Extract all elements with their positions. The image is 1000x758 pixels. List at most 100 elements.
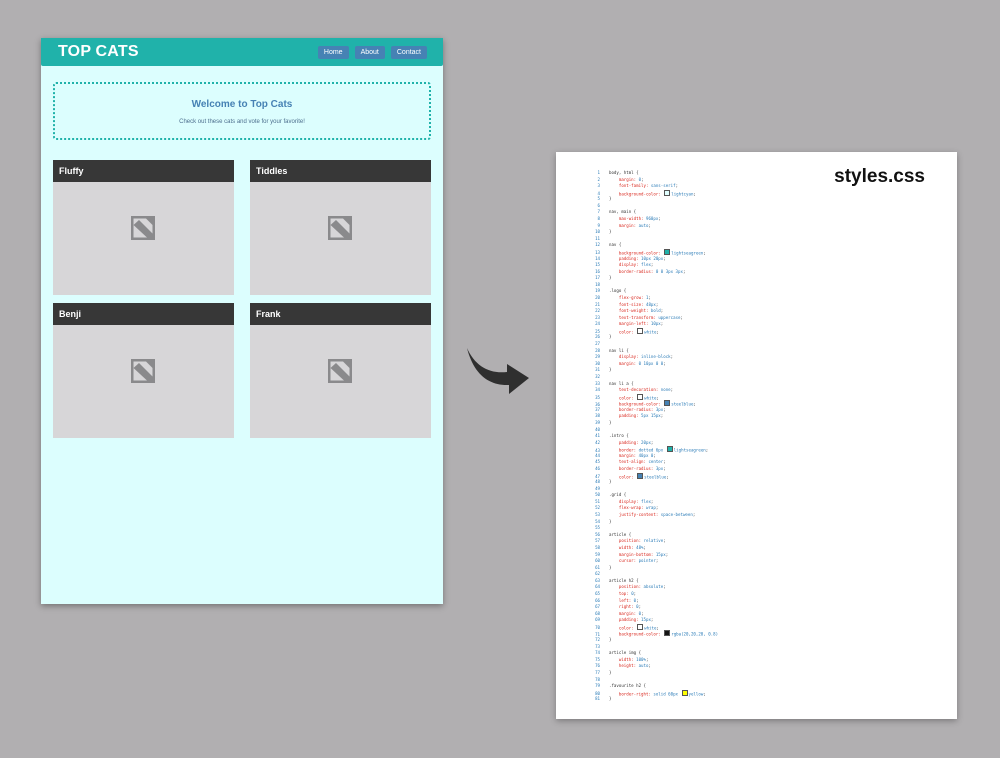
code-line: 52 flex-wrap: wrap; [590,505,718,512]
line-number: 73 [595,643,600,649]
line-number: 55 [595,525,600,531]
line-number: 41 [595,433,600,439]
line-number: 68 [595,610,600,616]
line-number: 54 [595,518,600,524]
line-number: 58 [595,544,600,550]
code-line: 76 height: auto; [590,663,718,670]
line-number: 9 [597,222,600,228]
code-line: 31} [590,367,718,374]
cat-card-tiddles[interactable]: Tiddles [250,160,431,295]
line-number: 30 [595,360,600,366]
code-line: 77} [590,670,718,677]
cat-card-frank[interactable]: Frank [250,303,431,438]
line-number: 40 [595,426,600,432]
intro-box: Welcome to Top Cats Check out these cats… [53,82,431,140]
line-number: 69 [595,617,600,623]
line-number: 14 [595,255,600,261]
nav-menu: Home About Contact [312,45,427,59]
line-number: 20 [595,294,600,300]
line-number: 77 [595,669,600,675]
code-line: 15 display: flex; [590,262,718,269]
code-line: 11 [590,236,718,243]
cat-card-title: Tiddles [250,160,431,182]
code-line: 73 [590,644,718,651]
code-line: 19 .logo { [590,288,718,295]
line-number: 7 [597,209,600,215]
line-number: 27 [595,341,600,347]
code-line: 48} [590,479,718,486]
line-number: 37 [595,406,600,412]
code-line: 58 width: 48%; [590,545,718,552]
nav-link-contact[interactable]: Contact [390,45,427,59]
code-line: 75 width: 100%; [590,657,718,664]
code-line: 56 article { [590,532,718,539]
line-number: 52 [595,505,600,511]
code-line: 35 color: white; [590,393,718,401]
line-number: 22 [595,308,600,314]
code-line: 68 margin: 0; [590,611,718,618]
cat-card-fluffy[interactable]: Fluffy [53,160,234,295]
curved-arrow-icon [467,348,529,394]
line-number: 59 [595,551,600,557]
line-number: 10 [595,229,600,235]
line-number: 3 [597,183,600,189]
line-number: 65 [595,591,600,596]
site-nav: Top Cats Home About Contact [41,38,443,66]
code-line: 6 [590,203,718,210]
color-swatch [637,327,644,334]
code-line: 49 [590,486,718,493]
code-line: 46 border-radius: 3px; [590,466,718,473]
line-number: 74 [595,650,600,656]
stylesheet-page: styles.css 1 body, html {2 margin: 0; 3 fo… [556,152,957,719]
code-line: 59 margin-bottom: 15px; [590,552,718,559]
code-line: 5} [590,196,718,203]
color-swatch [637,623,644,630]
color-swatch [664,248,671,255]
code-line: 65 top: 0; [590,591,718,598]
code-line: 29 display: inline-block; [590,354,718,361]
code-line: 60 cursor: pointer; [590,558,718,565]
code-line: 23 text-transform: uppercase; [590,315,718,322]
code-line: 33 nav li a { [590,381,718,388]
site-logo[interactable]: Top Cats [58,43,312,61]
line-number: 5 [597,196,600,202]
code-line: 64 position: absolute; [590,584,718,591]
code-line: 25 color: white; [590,327,718,335]
line-number: 34 [595,387,600,393]
code-line: 69 padding: 15px; [590,617,718,624]
color-swatch [666,446,673,453]
color-swatch [664,189,671,196]
code-line: 4 background-color: lightcyan; [590,189,718,197]
code-line: 54} [590,519,718,526]
line-number: 11 [595,235,600,241]
line-number: 60 [595,558,600,564]
color-swatch [681,689,688,696]
line-number: 78 [595,676,600,682]
line-number: 1 [597,170,600,175]
code-line: 13 background-color: lightseagreen; [590,248,718,256]
line-number: 81 [595,696,600,702]
line-number: 28 [595,347,600,353]
code-line: 62 [590,571,718,578]
code-line: 22 font-weight: bold; [590,308,718,315]
line-number: 64 [595,584,600,590]
code-line: 50 .grid { [590,492,718,499]
sheet-title: styles.css [834,166,925,187]
line-number: 44 [595,452,600,458]
line-number: 76 [595,663,600,669]
broken-image-icon [328,216,352,240]
code-line: 14 padding: 10px 20px; [590,256,718,263]
code-line: 9 margin: auto; [590,223,718,230]
code-line: 63 article h2 { [590,578,718,585]
cat-card-benji[interactable]: Benji [53,303,234,438]
code-line: 66 left: 0; [590,598,718,605]
line-number: 8 [597,216,600,222]
nav-link-home[interactable]: Home [317,45,349,59]
line-number: 31 [595,367,600,373]
code-line: 53 justify-content: space-between; [590,512,718,519]
line-number: 56 [595,531,600,537]
nav-link-about[interactable]: About [354,45,385,59]
code-line: 38 padding: 5px 15px; [590,413,718,420]
code-line: 72} [590,637,718,644]
cat-card-title: Benji [53,303,234,325]
